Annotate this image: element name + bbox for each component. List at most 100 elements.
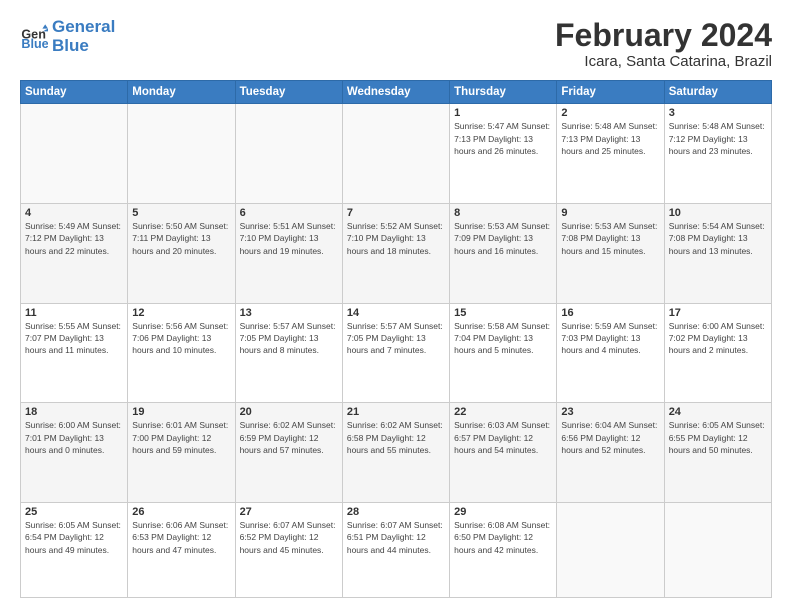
day-info: Sunrise: 6:04 AM Sunset: 6:56 PM Dayligh… [561, 419, 659, 456]
day-info: Sunrise: 5:53 AM Sunset: 7:09 PM Dayligh… [454, 220, 552, 257]
calendar-header-row: Sunday Monday Tuesday Wednesday Thursday… [21, 81, 772, 104]
day-number: 7 [347, 207, 445, 219]
day-info: Sunrise: 5:48 AM Sunset: 7:13 PM Dayligh… [561, 120, 659, 157]
table-row: 12Sunrise: 5:56 AM Sunset: 7:06 PM Dayli… [128, 303, 235, 403]
col-friday: Friday [557, 81, 664, 104]
calendar-table: Sunday Monday Tuesday Wednesday Thursday… [20, 80, 772, 598]
day-info: Sunrise: 6:06 AM Sunset: 6:53 PM Dayligh… [132, 519, 230, 556]
table-row: 7Sunrise: 5:52 AM Sunset: 7:10 PM Daylig… [342, 203, 449, 303]
table-row: 6Sunrise: 5:51 AM Sunset: 7:10 PM Daylig… [235, 203, 342, 303]
day-info: Sunrise: 6:02 AM Sunset: 6:59 PM Dayligh… [240, 419, 338, 456]
day-number: 9 [561, 207, 659, 219]
table-row: 16Sunrise: 5:59 AM Sunset: 7:03 PM Dayli… [557, 303, 664, 403]
calendar-week-row: 25Sunrise: 6:05 AM Sunset: 6:54 PM Dayli… [21, 503, 772, 598]
day-number: 14 [347, 307, 445, 319]
table-row: 4Sunrise: 5:49 AM Sunset: 7:12 PM Daylig… [21, 203, 128, 303]
col-monday: Monday [128, 81, 235, 104]
table-row: 25Sunrise: 6:05 AM Sunset: 6:54 PM Dayli… [21, 503, 128, 598]
day-number: 10 [669, 207, 767, 219]
month-title: February 2024 [555, 18, 772, 53]
table-row: 15Sunrise: 5:58 AM Sunset: 7:04 PM Dayli… [450, 303, 557, 403]
day-number: 24 [669, 406, 767, 418]
day-info: Sunrise: 6:07 AM Sunset: 6:51 PM Dayligh… [347, 519, 445, 556]
logo: Gen Blue General Blue [20, 18, 115, 55]
calendar-week-row: 1Sunrise: 5:47 AM Sunset: 7:13 PM Daylig… [21, 104, 772, 204]
table-row: 18Sunrise: 6:00 AM Sunset: 7:01 PM Dayli… [21, 403, 128, 503]
table-row: 28Sunrise: 6:07 AM Sunset: 6:51 PM Dayli… [342, 503, 449, 598]
col-wednesday: Wednesday [342, 81, 449, 104]
day-info: Sunrise: 5:48 AM Sunset: 7:12 PM Dayligh… [669, 120, 767, 157]
day-number: 5 [132, 207, 230, 219]
day-number: 11 [25, 307, 123, 319]
day-number: 17 [669, 307, 767, 319]
svg-text:Blue: Blue [21, 37, 48, 51]
table-row: 23Sunrise: 6:04 AM Sunset: 6:56 PM Dayli… [557, 403, 664, 503]
table-row: 8Sunrise: 5:53 AM Sunset: 7:09 PM Daylig… [450, 203, 557, 303]
calendar-week-row: 18Sunrise: 6:00 AM Sunset: 7:01 PM Dayli… [21, 403, 772, 503]
day-info: Sunrise: 5:56 AM Sunset: 7:06 PM Dayligh… [132, 320, 230, 357]
location: Icara, Santa Catarina, Brazil [555, 53, 772, 70]
table-row: 27Sunrise: 6:07 AM Sunset: 6:52 PM Dayli… [235, 503, 342, 598]
table-row: 3Sunrise: 5:48 AM Sunset: 7:12 PM Daylig… [664, 104, 771, 204]
table-row: 14Sunrise: 5:57 AM Sunset: 7:05 PM Dayli… [342, 303, 449, 403]
day-info: Sunrise: 5:57 AM Sunset: 7:05 PM Dayligh… [347, 320, 445, 357]
day-number: 22 [454, 406, 552, 418]
table-row [235, 104, 342, 204]
day-info: Sunrise: 5:50 AM Sunset: 7:11 PM Dayligh… [132, 220, 230, 257]
day-info: Sunrise: 6:01 AM Sunset: 7:00 PM Dayligh… [132, 419, 230, 456]
col-saturday: Saturday [664, 81, 771, 104]
col-tuesday: Tuesday [235, 81, 342, 104]
day-number: 18 [25, 406, 123, 418]
day-number: 25 [25, 506, 123, 518]
table-row [21, 104, 128, 204]
day-info: Sunrise: 6:05 AM Sunset: 6:55 PM Dayligh… [669, 419, 767, 456]
day-number: 23 [561, 406, 659, 418]
table-row [342, 104, 449, 204]
day-info: Sunrise: 6:00 AM Sunset: 7:01 PM Dayligh… [25, 419, 123, 456]
table-row: 22Sunrise: 6:03 AM Sunset: 6:57 PM Dayli… [450, 403, 557, 503]
day-number: 6 [240, 207, 338, 219]
table-row: 9Sunrise: 5:53 AM Sunset: 7:08 PM Daylig… [557, 203, 664, 303]
table-row: 2Sunrise: 5:48 AM Sunset: 7:13 PM Daylig… [557, 104, 664, 204]
table-row: 5Sunrise: 5:50 AM Sunset: 7:11 PM Daylig… [128, 203, 235, 303]
day-number: 19 [132, 406, 230, 418]
day-info: Sunrise: 6:00 AM Sunset: 7:02 PM Dayligh… [669, 320, 767, 357]
day-info: Sunrise: 6:02 AM Sunset: 6:58 PM Dayligh… [347, 419, 445, 456]
table-row: 11Sunrise: 5:55 AM Sunset: 7:07 PM Dayli… [21, 303, 128, 403]
day-number: 27 [240, 506, 338, 518]
table-row: 21Sunrise: 6:02 AM Sunset: 6:58 PM Dayli… [342, 403, 449, 503]
day-info: Sunrise: 5:59 AM Sunset: 7:03 PM Dayligh… [561, 320, 659, 357]
title-block: February 2024 Icara, Santa Catarina, Bra… [555, 18, 772, 70]
table-row: 26Sunrise: 6:06 AM Sunset: 6:53 PM Dayli… [128, 503, 235, 598]
col-sunday: Sunday [21, 81, 128, 104]
day-info: Sunrise: 5:58 AM Sunset: 7:04 PM Dayligh… [454, 320, 552, 357]
logo-general: General [52, 17, 115, 36]
day-number: 12 [132, 307, 230, 319]
table-row: 10Sunrise: 5:54 AM Sunset: 7:08 PM Dayli… [664, 203, 771, 303]
table-row [664, 503, 771, 598]
table-row: 29Sunrise: 6:08 AM Sunset: 6:50 PM Dayli… [450, 503, 557, 598]
table-row: 1Sunrise: 5:47 AM Sunset: 7:13 PM Daylig… [450, 104, 557, 204]
day-number: 16 [561, 307, 659, 319]
table-row [557, 503, 664, 598]
table-row: 17Sunrise: 6:00 AM Sunset: 7:02 PM Dayli… [664, 303, 771, 403]
day-number: 28 [347, 506, 445, 518]
logo-text: General Blue [52, 18, 115, 55]
day-info: Sunrise: 5:52 AM Sunset: 7:10 PM Dayligh… [347, 220, 445, 257]
logo-blue: Blue [52, 36, 89, 55]
day-info: Sunrise: 5:57 AM Sunset: 7:05 PM Dayligh… [240, 320, 338, 357]
day-number: 2 [561, 107, 659, 119]
day-info: Sunrise: 6:03 AM Sunset: 6:57 PM Dayligh… [454, 419, 552, 456]
table-row: 24Sunrise: 6:05 AM Sunset: 6:55 PM Dayli… [664, 403, 771, 503]
day-number: 26 [132, 506, 230, 518]
table-row: 19Sunrise: 6:01 AM Sunset: 7:00 PM Dayli… [128, 403, 235, 503]
day-number: 3 [669, 107, 767, 119]
table-row: 20Sunrise: 6:02 AM Sunset: 6:59 PM Dayli… [235, 403, 342, 503]
day-number: 29 [454, 506, 552, 518]
header: Gen Blue General Blue February 2024 Icar… [20, 18, 772, 70]
day-info: Sunrise: 6:08 AM Sunset: 6:50 PM Dayligh… [454, 519, 552, 556]
day-info: Sunrise: 5:49 AM Sunset: 7:12 PM Dayligh… [25, 220, 123, 257]
day-number: 21 [347, 406, 445, 418]
day-number: 13 [240, 307, 338, 319]
page: Gen Blue General Blue February 2024 Icar… [0, 0, 792, 612]
